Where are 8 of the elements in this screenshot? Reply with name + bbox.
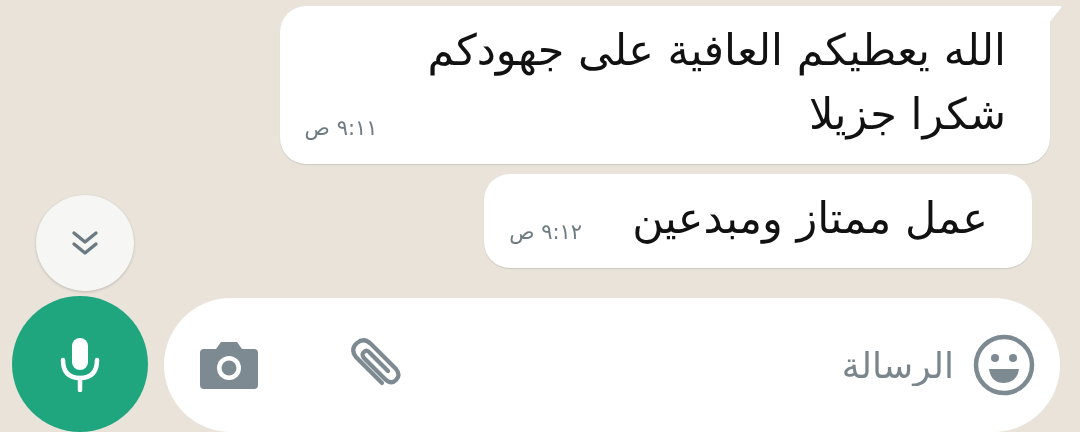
message-text: عمل ممتاز ومبدعين <box>632 192 988 246</box>
message-text: الله يعطيكم العافية على جهودكم شكرا جزيلا <box>427 24 1006 142</box>
microphone-icon <box>58 336 102 392</box>
message-time: ٩:١١ ص <box>304 116 378 142</box>
camera-icon <box>198 339 260 391</box>
message-time: ٩:١٢ ص <box>509 220 583 246</box>
smiley-icon <box>972 333 1036 397</box>
double-chevron-icon <box>70 228 100 258</box>
